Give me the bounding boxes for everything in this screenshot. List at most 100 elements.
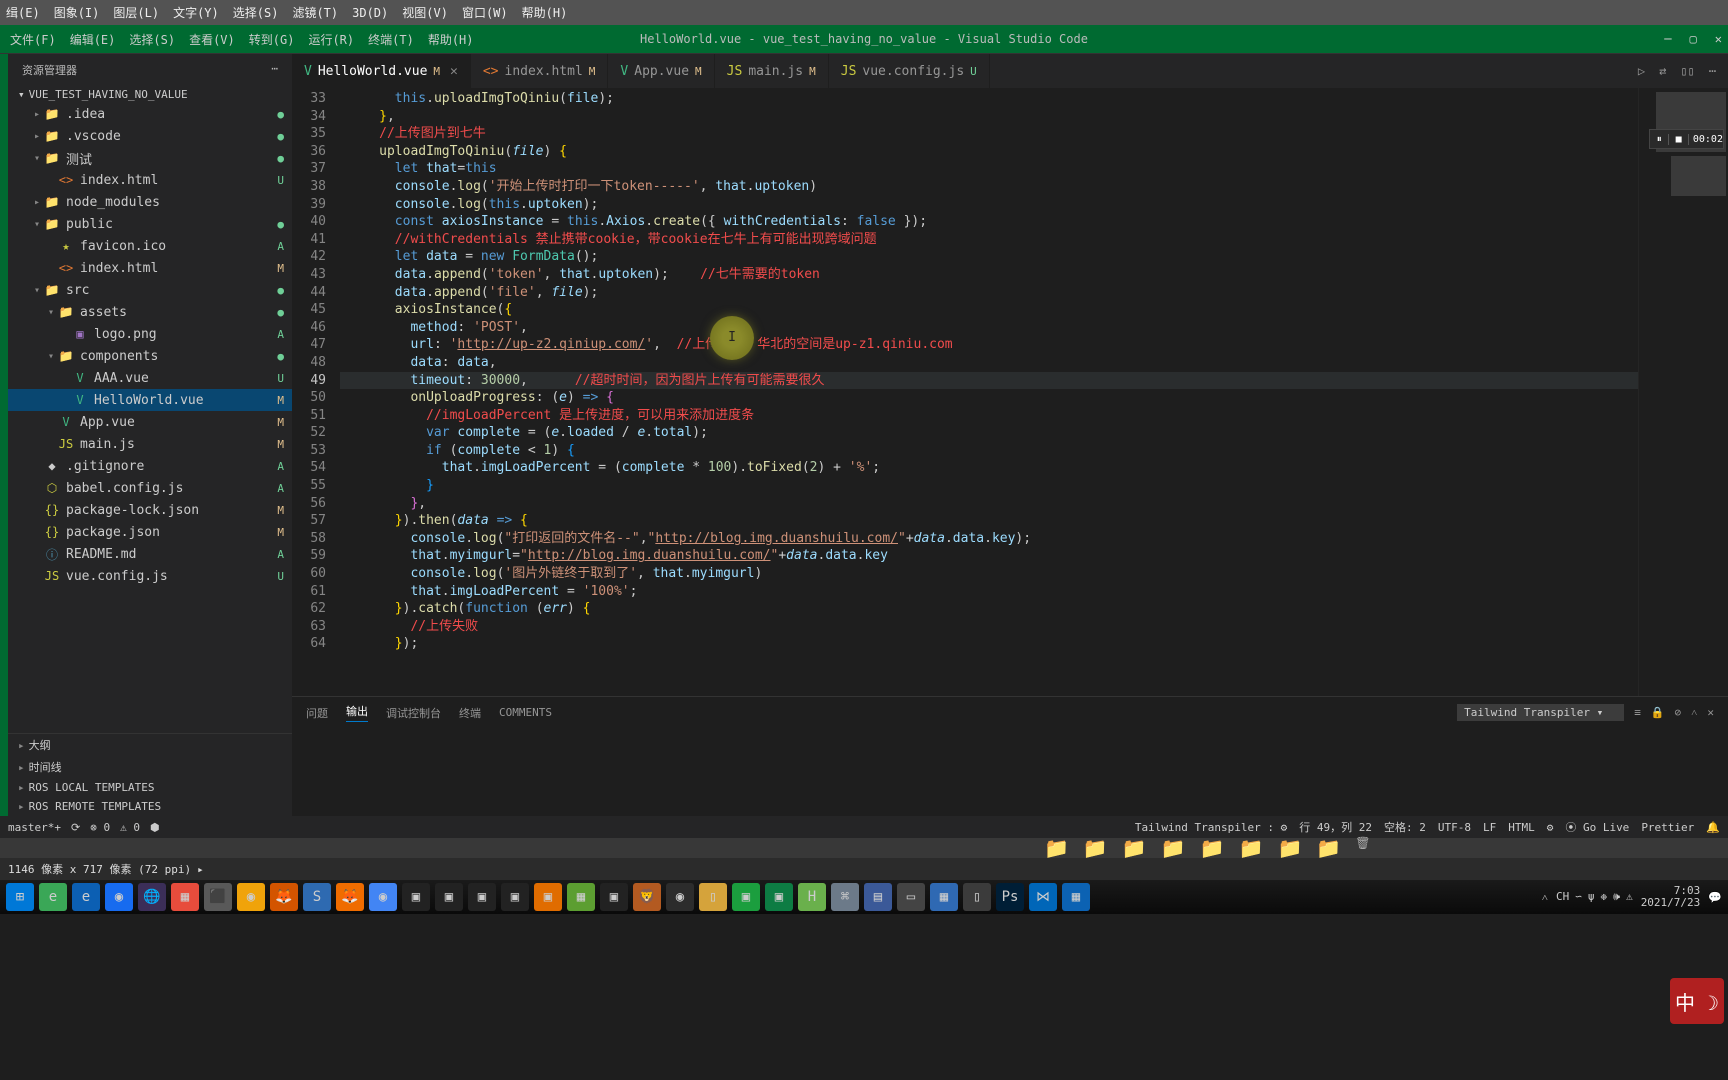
tree-item[interactable]: ▾ 📁 src ● [8, 279, 292, 301]
code-content[interactable]: this.uploadImgToQiniu(file); }, //上传图片到七… [340, 88, 1728, 696]
taskbar-app-icon[interactable]: ▣ [732, 883, 760, 911]
taskbar-app-icon[interactable]: ▦ [930, 883, 958, 911]
ps-menu-item[interactable]: 缉(E) [6, 4, 40, 21]
prettier-status[interactable]: Prettier [1641, 821, 1694, 834]
taskbar-app-icon[interactable]: ▣ [765, 883, 793, 911]
lock-icon[interactable]: 🔒 [1651, 706, 1665, 719]
vsc-menu-item[interactable]: 文件(F) [10, 31, 56, 48]
taskbar-app-icon[interactable]: e [39, 883, 67, 911]
tree-item[interactable]: ▾ 📁 public ● [8, 213, 292, 235]
panel-tab[interactable]: 终端 [459, 705, 481, 721]
tree-item[interactable]: ▸ 📁 .idea ● [8, 103, 292, 125]
ps-menu-item[interactable]: 图层(L) [113, 4, 159, 21]
sidebar-section[interactable]: ROS REMOTE TEMPLATES [8, 797, 292, 816]
taskbar-app-icon[interactable]: ⋈ [1029, 883, 1057, 911]
vsc-menu-item[interactable]: 转到(G) [249, 31, 295, 48]
taskbar-app-icon[interactable]: ▤ [864, 883, 892, 911]
taskbar-app-icon[interactable]: ▭ [897, 883, 925, 911]
transpiler-status[interactable]: Tailwind Transpiler : ⚙ [1135, 821, 1287, 834]
vsc-menu-item[interactable]: 编辑(E) [70, 31, 116, 48]
sidebar-section[interactable]: 时间线 [8, 756, 292, 778]
taskbar-app-icon[interactable]: ◉ [666, 883, 694, 911]
tree-item[interactable]: V App.vue M [8, 411, 292, 433]
taskbar-app-icon[interactable]: ▣ [468, 883, 496, 911]
panel-tab[interactable]: 输出 [346, 703, 368, 722]
taskbar-app-icon[interactable]: ⌘ [831, 883, 859, 911]
taskbar-app-icon[interactable]: ▣ [501, 883, 529, 911]
vsc-menu-item[interactable]: 运行(R) [308, 31, 354, 48]
bell-icon[interactable]: 🔔 [1706, 821, 1720, 834]
git-branch[interactable]: master*+ [8, 821, 61, 834]
editor-tab[interactable]: <> index.html M [471, 54, 609, 88]
cog-icon[interactable]: ⚙ [1547, 821, 1554, 834]
panel-tab[interactable]: COMMENTS [499, 706, 552, 719]
tree-item[interactable]: ★ favicon.ico A [8, 235, 292, 257]
ps-menu-item[interactable]: 3D(D) [352, 6, 388, 20]
taskbar-app-icon[interactable]: e [72, 883, 100, 911]
language-mode[interactable]: HTML [1508, 821, 1535, 834]
ros-icon[interactable]: ⬢ [150, 821, 160, 834]
chevron-up-icon[interactable]: ˄ [1691, 706, 1697, 719]
taskbar-app-icon[interactable]: ▯ [963, 883, 991, 911]
indent-spaces[interactable]: 空格: 2 [1384, 819, 1426, 835]
taskbar-app-icon[interactable]: ▣ [534, 883, 562, 911]
tab-close-icon[interactable]: ✕ [450, 64, 458, 79]
tree-item[interactable]: ▾ 📁 测试 ● [8, 147, 292, 169]
line-column[interactable]: 行 49，列 22 [1299, 819, 1372, 835]
tray-icon[interactable]: ∽ [1575, 890, 1582, 904]
tree-item[interactable]: JS vue.config.js U [8, 565, 292, 587]
editor-tab[interactable]: V HelloWorld.vue M ✕ [292, 54, 471, 88]
code-editor[interactable]: 3334353637383940414243444546474849505152… [292, 88, 1728, 696]
output-channel-select[interactable]: Tailwind Transpiler ▾ [1457, 704, 1624, 721]
split-icon[interactable]: ▯▯ [1680, 64, 1694, 78]
ps-menu-item[interactable]: 帮助(H) [522, 4, 568, 21]
tree-item[interactable]: ⬡ babel.config.js A [8, 477, 292, 499]
explorer-root[interactable]: VUE_TEST_HAVING_NO_VALUE [8, 86, 292, 103]
taskbar-app-icon[interactable]: S [303, 883, 331, 911]
warnings-count[interactable]: ⚠ 0 [120, 821, 140, 834]
taskbar-app-icon[interactable]: ▯ [699, 883, 727, 911]
tray-icon[interactable]: 🕪 [1613, 890, 1620, 904]
vsc-menu-item[interactable]: 查看(V) [189, 31, 235, 48]
errors-count[interactable]: ⊗ 0 [90, 821, 110, 834]
editor-tab[interactable]: V App.vue M [608, 54, 714, 88]
ime-badge[interactable]: 中 ☽ [1670, 978, 1724, 1024]
more-icon[interactable]: ⋯ [271, 62, 278, 78]
taskbar-app-icon[interactable]: 🌐 [138, 883, 166, 911]
ps-menu-item[interactable]: 选择(S) [233, 4, 279, 21]
taskbar-app-icon[interactable]: ⊞ [6, 883, 34, 911]
more-icon[interactable]: ⋯ [1709, 64, 1716, 78]
vsc-menu-item[interactable]: 终端(T) [368, 31, 414, 48]
tree-item[interactable]: ▸ 📁 .vscode ● [8, 125, 292, 147]
taskbar-app-icon[interactable]: ▣ [402, 883, 430, 911]
diff-icon[interactable]: ⇄ [1659, 64, 1666, 78]
minimap[interactable] [1638, 88, 1728, 696]
encoding[interactable]: UTF-8 [1438, 821, 1471, 834]
minimize-icon[interactable]: ─ [1664, 32, 1671, 46]
tree-item[interactable]: ⓘ README.md A [8, 543, 292, 565]
taskbar-app-icon[interactable]: ⬛ [204, 883, 232, 911]
taskbar-app-icon[interactable]: ▣ [600, 883, 628, 911]
list-icon[interactable]: ≡ [1634, 706, 1641, 719]
tree-item[interactable]: {} package-lock.json M [8, 499, 292, 521]
ps-menu-item[interactable]: 视图(V) [402, 4, 448, 21]
tray-icon[interactable]: ❉ [1601, 890, 1608, 904]
sync-icon[interactable]: ⟳ [71, 821, 80, 834]
ps-menu-item[interactable]: 图象(I) [54, 4, 100, 21]
panel-tab[interactable]: 问题 [306, 705, 328, 721]
taskbar-app-icon[interactable]: ◉ [105, 883, 133, 911]
tree-item[interactable]: ▣ logo.png A [8, 323, 292, 345]
editor-tab[interactable]: JS main.js M [715, 54, 829, 88]
stop-icon[interactable]: ■ [1669, 134, 1688, 145]
tray-icon[interactable]: ψ [1588, 890, 1595, 904]
tree-item[interactable]: ▾ 📁 assets ● [8, 301, 292, 323]
taskbar-app-icon[interactable]: ▦ [171, 883, 199, 911]
notifications-icon[interactable]: 💬 [1708, 891, 1722, 904]
tray-icon[interactable]: ⚠ [1626, 890, 1633, 904]
taskbar-app-icon[interactable]: ▦ [1062, 883, 1090, 911]
clock[interactable]: 7:03 2021/7/23 [1641, 885, 1701, 909]
go-live[interactable]: ⦿ Go Live [1565, 819, 1629, 835]
vsc-menu-item[interactable]: 帮助(H) [428, 31, 474, 48]
sidebar-section[interactable]: ROS LOCAL TEMPLATES [8, 778, 292, 797]
tree-item[interactable]: V AAA.vue U [8, 367, 292, 389]
